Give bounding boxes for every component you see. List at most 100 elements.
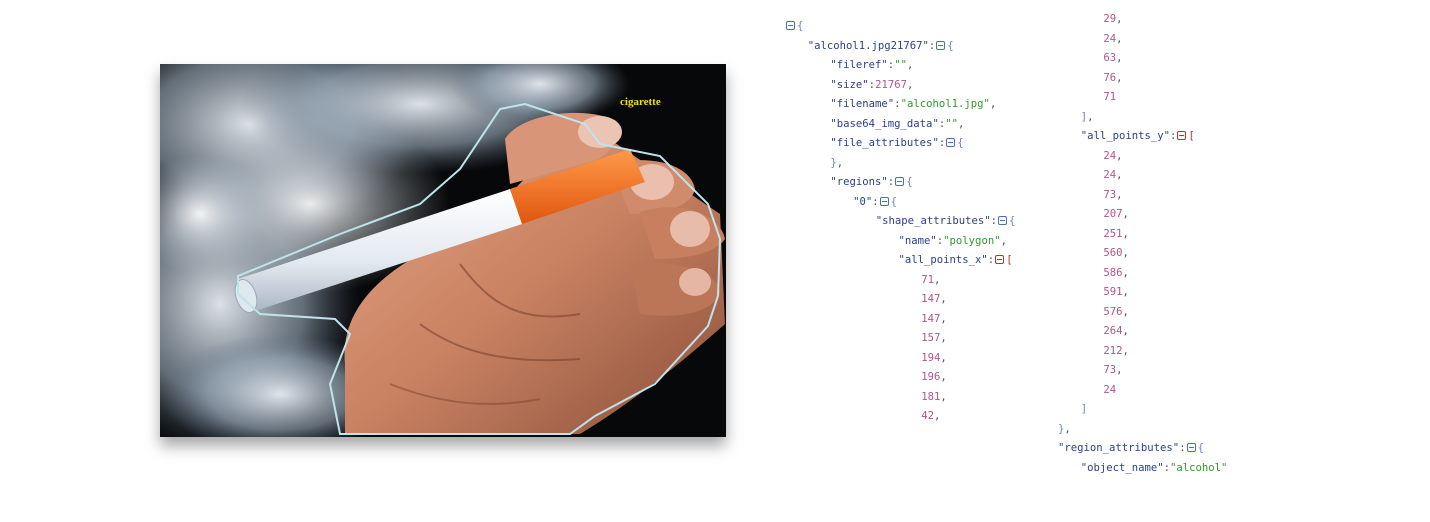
json-punctuation: , <box>1064 422 1071 435</box>
json-punctuation: , <box>1116 364 1123 376</box>
json-punctuation: , <box>940 390 947 403</box>
json-line: "base64_img_data":"", <box>785 115 1015 135</box>
annotation-label: cigarette <box>620 96 661 108</box>
collapse-toggle-icon[interactable] <box>879 196 889 206</box>
json-key: "shape_attributes" <box>875 215 991 227</box>
json-line: 212, <box>1058 342 1227 362</box>
json-key: "all_points_y" <box>1080 130 1170 142</box>
json-punctuation: , <box>933 410 941 422</box>
json-string-value: "" <box>945 117 958 130</box>
json-punctuation: , <box>1116 188 1123 201</box>
json-punctuation: , <box>1122 227 1129 240</box>
json-line: { <box>785 17 1015 37</box>
json-punctuation: : <box>990 215 997 227</box>
json-line: "name":"polygon", <box>785 232 1015 252</box>
json-bracket: { <box>1197 442 1204 454</box>
json-punctuation: , <box>1116 149 1123 162</box>
json-line: 76, <box>1058 69 1227 89</box>
collapse-toggle-icon[interactable] <box>895 177 905 186</box>
collapse-toggle-icon[interactable] <box>946 138 956 147</box>
json-line: "filename":"alcohol1.jpg", <box>785 95 1015 115</box>
json-number-value: 264 <box>1103 325 1123 337</box>
json-punctuation: : <box>928 39 936 52</box>
json-line: }, <box>1058 420 1227 440</box>
json-punctuation: , <box>1122 325 1129 337</box>
json-key: "all_points_x" <box>898 254 988 266</box>
json-key: "alcohol1.jpg21767" <box>807 39 929 52</box>
json-key: "regions" <box>830 176 888 188</box>
json-line: 147, <box>785 290 1015 310</box>
json-line: "all_points_x": [ <box>785 251 1015 271</box>
collapse-toggle-icon[interactable] <box>1186 443 1196 452</box>
json-key: "0" <box>853 195 873 208</box>
json-line: 591, <box>1058 283 1227 303</box>
json-line: 42, <box>785 407 1015 427</box>
json-line: "region_attributes": { <box>1058 439 1227 459</box>
json-line: "regions": { <box>785 173 1015 193</box>
json-line: 157, <box>785 329 1015 349</box>
json-line: "0": { <box>785 193 1015 213</box>
json-punctuation: : <box>872 195 879 208</box>
json-punctuation: : <box>1169 130 1177 142</box>
json-line: 264, <box>1058 322 1227 342</box>
json-punctuation: , <box>940 371 947 383</box>
json-key: "file_attributes" <box>830 137 939 149</box>
json-string-value: "" <box>894 59 907 71</box>
json-line: 29, <box>1058 10 1227 30</box>
json-bracket: [ <box>1006 254 1013 266</box>
json-punctuation: , <box>906 78 914 91</box>
json-number-value: 24 <box>1103 383 1117 396</box>
json-number-value: 73 <box>1103 364 1117 376</box>
json-punctuation: , <box>940 293 947 305</box>
collapse-toggle-icon[interactable] <box>936 40 946 50</box>
json-number-value: 29 <box>1103 13 1117 25</box>
json-number-value: 71 <box>1103 91 1117 103</box>
json-key: "size" <box>830 78 869 91</box>
json-number-value: 76 <box>1103 71 1117 84</box>
json-punctuation: , <box>1116 13 1123 25</box>
json-number-value: 24 <box>1103 169 1117 181</box>
photo-svg: cigarette <box>160 64 726 437</box>
json-key: "name" <box>898 234 937 247</box>
json-number-value: 147 <box>921 312 941 325</box>
json-punctuation: , <box>940 332 947 344</box>
json-bracket: { <box>797 20 804 32</box>
json-number-value: 24 <box>1103 32 1117 45</box>
json-line: 560, <box>1058 244 1227 264</box>
json-punctuation: , <box>906 59 914 71</box>
json-line: 24, <box>1058 166 1227 186</box>
json-punctuation: , <box>1122 344 1129 357</box>
json-line: "file_attributes": { <box>785 134 1015 154</box>
json-line: 71, <box>785 271 1015 291</box>
json-punctuation: , <box>940 351 947 364</box>
json-number-value: 42 <box>921 410 934 422</box>
annotated-photo: cigarette <box>160 64 726 437</box>
json-bracket: [ <box>1188 130 1195 142</box>
json-number-value: 63 <box>1103 52 1117 64</box>
collapse-toggle-icon[interactable] <box>1177 131 1187 140</box>
json-line: 63, <box>1058 49 1227 69</box>
json-punctuation: : <box>1179 442 1186 454</box>
json-punctuation: , <box>836 156 844 169</box>
json-line: "fileref":"", <box>785 56 1015 76</box>
json-line: 586, <box>1058 264 1227 284</box>
json-line: "size":21767, <box>785 76 1015 96</box>
json-line: 251, <box>1058 225 1227 245</box>
json-line: "all_points_y": [ <box>1058 127 1227 147</box>
json-bracket: { <box>890 195 898 208</box>
collapse-toggle-icon[interactable] <box>998 216 1007 225</box>
json-number-value: 207 <box>1103 208 1123 220</box>
collapse-toggle-icon[interactable] <box>995 255 1005 264</box>
collapse-toggle-icon[interactable] <box>786 21 795 30</box>
json-bracket: { <box>947 39 954 52</box>
json-punctuation: , <box>1000 234 1007 247</box>
json-line: ] <box>1058 400 1227 420</box>
json-line: 196, <box>785 368 1015 388</box>
json-punctuation: , <box>1116 71 1123 84</box>
json-punctuation: , <box>1116 32 1123 45</box>
json-line: }, <box>785 154 1015 174</box>
json-number-value: 251 <box>1103 227 1123 240</box>
json-line: 147, <box>785 310 1015 330</box>
json-line: "alcohol1.jpg21767": { <box>785 37 1015 57</box>
json-bracket: { <box>906 176 913 188</box>
